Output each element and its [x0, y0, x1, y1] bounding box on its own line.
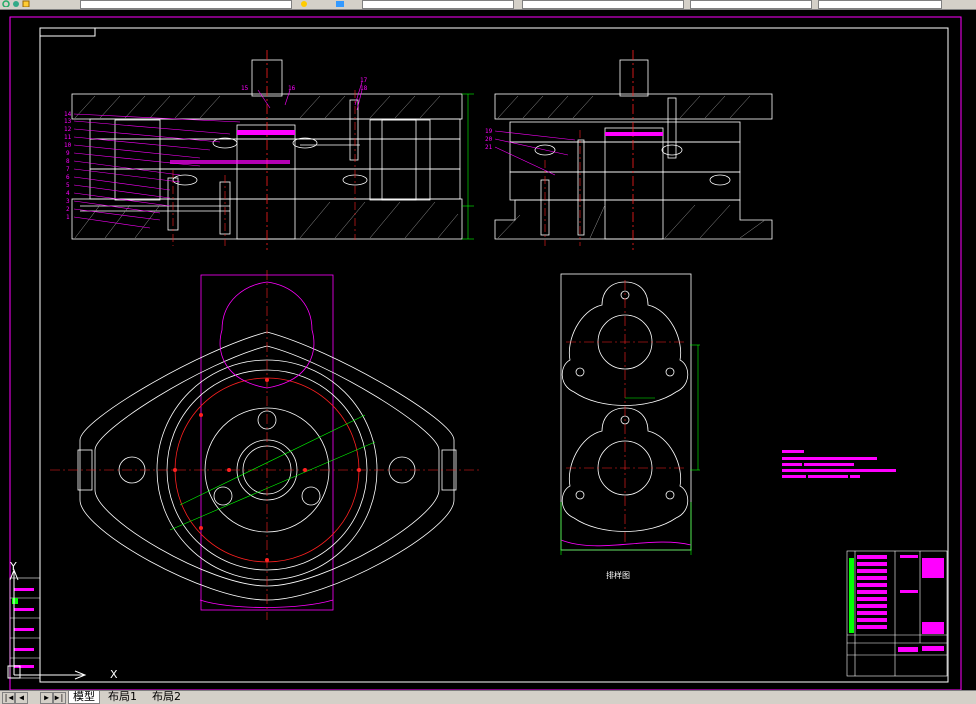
plan-centerlines — [50, 270, 480, 620]
svg-text:6: 6 — [66, 174, 70, 181]
title-block-green — [849, 558, 854, 633]
side-leaders — [494, 130, 576, 176]
svg-text:16: 16 — [288, 85, 296, 92]
tab-layout2[interactable]: 布局2 — [148, 691, 185, 703]
front-dimension — [462, 93, 474, 240]
inner-frame — [39, 27, 949, 683]
corner-tag — [39, 27, 96, 37]
layer-icon[interactable] — [336, 0, 344, 7]
title-block-entries — [857, 555, 944, 652]
prev-tab-button[interactable]: ◀ — [15, 692, 28, 704]
side-callouts: 19 20 21 — [485, 128, 493, 151]
drawing-canvas[interactable]: 14 13 12 11 10 9 8 7 6 5 4 3 2 1 15 16 1… — [0, 10, 976, 690]
svg-text:19: 19 — [485, 128, 493, 135]
svg-text:17: 17 — [360, 77, 368, 84]
svg-text:8: 8 — [66, 158, 70, 165]
svg-text:20: 20 — [485, 136, 493, 143]
svg-text:1: 1 — [66, 214, 70, 221]
ucs-icon — [7, 568, 87, 680]
redo-icon[interactable] — [22, 0, 30, 7]
zoom-icon[interactable] — [300, 0, 308, 7]
refresh-icon[interactable] — [2, 0, 10, 7]
color-dropdown[interactable] — [362, 0, 514, 9]
svg-text:13: 13 — [64, 118, 72, 125]
svg-text:18: 18 — [360, 85, 368, 92]
next-tab-button[interactable]: ▶ — [40, 692, 53, 704]
svg-text:7: 7 — [66, 166, 70, 173]
svg-text:5: 5 — [66, 182, 70, 189]
tab-model[interactable]: 模型 — [68, 691, 100, 704]
strip-dimensions — [560, 344, 700, 555]
ucs-y-label: Y — [9, 560, 17, 573]
tab-layout1[interactable]: 布局1 — [104, 691, 141, 703]
svg-text:2: 2 — [66, 206, 70, 213]
layout-tab-bar: |◀ ◀ ▶ ▶| 模型 布局1 布局2 — [0, 690, 976, 704]
ucs-x-label: X — [110, 668, 118, 681]
lineweight-dropdown[interactable] — [690, 0, 812, 9]
undo-icon[interactable] — [12, 0, 20, 7]
layer-dropdown[interactable] — [80, 0, 292, 9]
svg-text:15: 15 — [241, 85, 249, 92]
first-tab-button[interactable]: |◀ — [2, 692, 15, 704]
svg-text:11: 11 — [64, 134, 72, 141]
svg-text:12: 12 — [64, 126, 72, 133]
toolbar — [0, 0, 976, 10]
cad-drawing: 14 13 12 11 10 9 8 7 6 5 4 3 2 1 15 16 1… — [7, 16, 962, 690]
strip-layout — [560, 273, 692, 551]
punch-highlight — [237, 130, 295, 135]
linetype-dropdown[interactable] — [522, 0, 684, 9]
last-tab-button[interactable]: ▶| — [53, 692, 66, 704]
svg-text:3: 3 — [66, 198, 70, 205]
side-section-view — [494, 59, 773, 240]
svg-text:10: 10 — [64, 142, 72, 149]
svg-text:14: 14 — [64, 111, 72, 118]
svg-text:4: 4 — [66, 190, 70, 197]
strip-centerlines — [566, 280, 686, 545]
svg-text:9: 9 — [66, 150, 70, 157]
svg-text:21: 21 — [485, 144, 493, 151]
strip-layout-title: 排样图 — [606, 570, 630, 580]
technical-notes — [782, 450, 896, 478]
plotstyle-dropdown[interactable] — [818, 0, 942, 9]
